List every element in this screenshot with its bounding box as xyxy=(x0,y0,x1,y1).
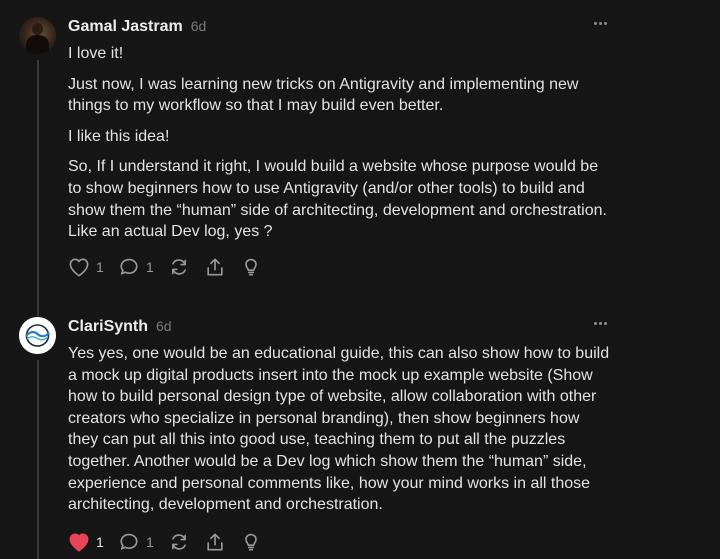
like-count: 1 xyxy=(96,534,104,550)
avatar-head xyxy=(32,23,43,35)
thread-line xyxy=(37,60,39,316)
comment-header: ClariSynth 6d xyxy=(68,318,172,340)
thread-line xyxy=(37,360,39,559)
comment-paragraph: Just now, I was learning new tricks on A… xyxy=(68,75,579,115)
comment-actions: 1 1 xyxy=(68,256,276,278)
comment-time[interactable]: 6d xyxy=(156,318,172,334)
comment-thread: Gamal Jastram 6d I love it! Just now, I … xyxy=(0,0,720,559)
comment-time[interactable]: 6d xyxy=(191,18,207,34)
comment-actions: 1 1 xyxy=(68,531,276,553)
comment-header: Gamal Jastram 6d xyxy=(68,18,206,40)
comment-paragraph: So, If I understand it right, I would bu… xyxy=(68,158,607,241)
share-button[interactable] xyxy=(204,257,226,277)
reply-count: 1 xyxy=(146,534,154,550)
share-icon xyxy=(207,258,223,276)
share-icon xyxy=(207,533,223,551)
like-count: 1 xyxy=(96,259,104,275)
comment-bubble-icon xyxy=(120,533,138,550)
author-name[interactable]: Gamal Jastram xyxy=(68,18,183,36)
like-button[interactable]: 1 xyxy=(68,532,104,552)
avatar[interactable] xyxy=(19,17,56,54)
idea-button[interactable] xyxy=(240,257,262,277)
more-options-icon[interactable] xyxy=(592,18,610,30)
avatar-body xyxy=(26,35,49,54)
comment-paragraph: I like this idea! xyxy=(68,127,170,145)
restack-icon xyxy=(172,259,186,275)
heart-icon xyxy=(69,258,89,277)
comment-body: I love it! Just now, I was learning new … xyxy=(68,43,613,252)
avatar[interactable] xyxy=(19,317,56,354)
like-button[interactable]: 1 xyxy=(68,257,104,277)
heart-icon xyxy=(69,533,89,552)
idea-button[interactable] xyxy=(240,532,262,552)
restack-button[interactable] xyxy=(168,532,190,552)
more-options-icon[interactable] xyxy=(592,318,610,330)
reply-button[interactable]: 1 xyxy=(118,257,154,277)
author-name[interactable]: ClariSynth xyxy=(68,318,148,336)
restack-button[interactable] xyxy=(168,257,190,277)
lightbulb-icon xyxy=(245,533,257,551)
reply-button[interactable]: 1 xyxy=(118,532,154,552)
restack-icon xyxy=(172,534,186,550)
comment-bubble-icon xyxy=(120,258,138,275)
comment-paragraph: I love it! xyxy=(68,45,124,62)
clarisynth-logo-icon xyxy=(19,317,56,354)
reply-count: 1 xyxy=(146,259,154,275)
lightbulb-icon xyxy=(245,258,257,276)
comment-body: Yes yes, one would be an educational gui… xyxy=(68,343,613,525)
share-button[interactable] xyxy=(204,532,226,552)
comment-paragraph: Yes yes, one would be an educational gui… xyxy=(68,345,610,514)
